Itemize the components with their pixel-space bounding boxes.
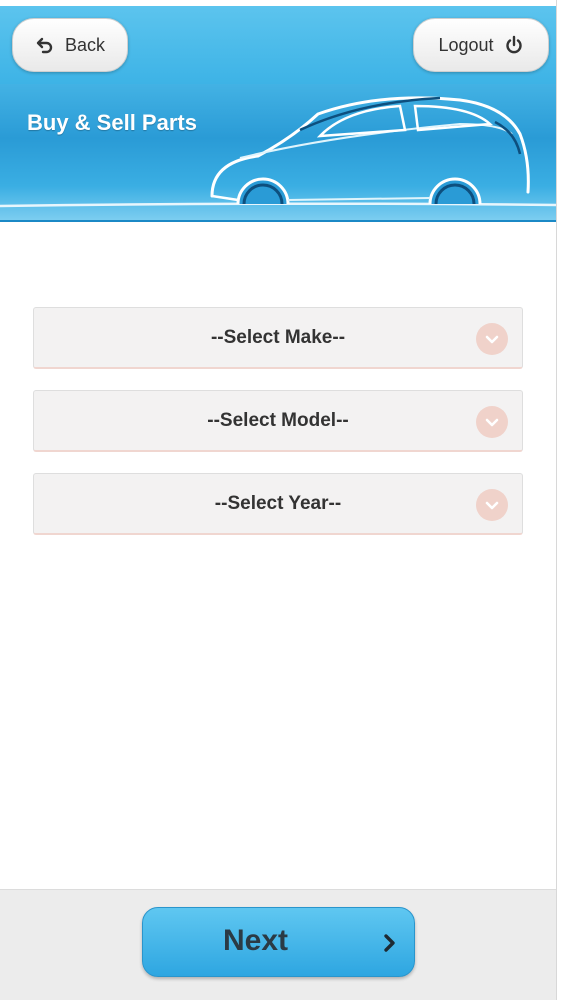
chevron-down-icon bbox=[476, 406, 508, 438]
chevron-right-icon bbox=[381, 932, 399, 959]
select-year-label: --Select Year-- bbox=[214, 492, 342, 514]
app-screen: Back Logout Buy & Sell Parts --Select Ma… bbox=[0, 0, 557, 1000]
banner: Buy & Sell Parts bbox=[0, 84, 556, 222]
banner-title: Buy & Sell Parts bbox=[27, 110, 197, 135]
back-label: Back bbox=[64, 34, 106, 55]
select-model-label: --Select Model-- bbox=[207, 409, 349, 431]
back-button[interactable]: Back bbox=[12, 18, 128, 72]
top-bar: Back Logout bbox=[0, 0, 556, 84]
select-make-label: --Select Make-- bbox=[210, 326, 346, 348]
undo-arrow-icon bbox=[35, 35, 55, 55]
logout-label: Logout bbox=[438, 34, 494, 55]
select-model[interactable]: --Select Model-- bbox=[33, 390, 523, 452]
car-outline-illustration bbox=[0, 96, 556, 208]
chevron-down-icon bbox=[476, 323, 508, 355]
select-make[interactable]: --Select Make-- bbox=[33, 307, 523, 369]
logout-button[interactable]: Logout bbox=[413, 18, 549, 72]
chevron-down-icon bbox=[476, 489, 508, 521]
footer-bar: Next bbox=[0, 889, 556, 1000]
power-icon bbox=[504, 35, 524, 55]
next-button[interactable]: Next bbox=[142, 907, 415, 977]
next-label: Next bbox=[223, 924, 289, 957]
select-year[interactable]: --Select Year-- bbox=[33, 473, 523, 535]
